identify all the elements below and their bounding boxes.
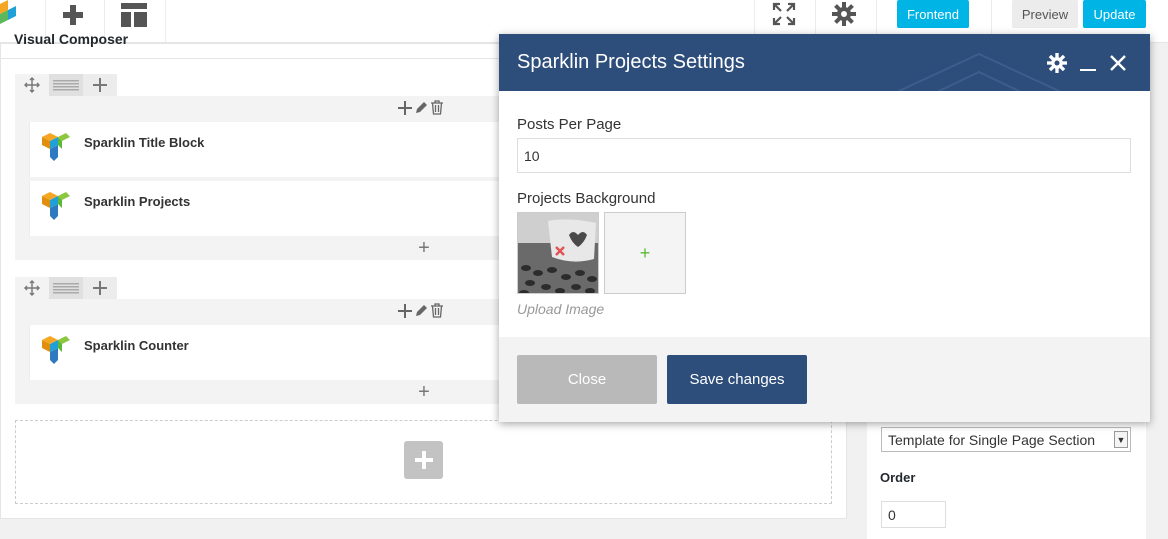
upload-image-hint: Upload Image bbox=[517, 301, 605, 317]
vc-logo-icon[interactable] bbox=[0, 0, 26, 30]
preview-button[interactable]: Preview bbox=[1012, 0, 1078, 28]
frontend-button[interactable]: Frontend bbox=[897, 0, 969, 28]
save-changes-button[interactable]: Save changes bbox=[667, 355, 807, 404]
edit-pencil-icon[interactable] bbox=[414, 304, 428, 322]
add-row-button[interactable] bbox=[404, 441, 443, 479]
element-sparklin-counter[interactable]: Sparklin Counter bbox=[29, 325, 500, 380]
add-element-plus-icon[interactable]: + bbox=[414, 382, 434, 402]
vc-element-icon bbox=[40, 334, 72, 371]
settings-modal: Sparklin Projects Settings Posts Per Pag… bbox=[499, 34, 1150, 422]
fullscreen-icon[interactable] bbox=[770, 1, 798, 27]
panel-title: Visual Composer bbox=[14, 31, 129, 47]
delete-trash-icon[interactable] bbox=[430, 100, 444, 119]
close-icon[interactable] bbox=[1107, 52, 1129, 74]
add-icon[interactable] bbox=[398, 100, 412, 119]
add-column-icon[interactable] bbox=[83, 74, 117, 96]
gear-icon[interactable] bbox=[1046, 52, 1068, 74]
modal-header: Sparklin Projects Settings bbox=[499, 34, 1150, 91]
order-input[interactable]: 0 bbox=[881, 501, 946, 528]
add-icon[interactable] bbox=[398, 303, 412, 322]
toolbar-divider bbox=[165, 0, 166, 42]
move-row-icon[interactable] bbox=[15, 74, 49, 96]
templates-icon[interactable] bbox=[119, 0, 149, 30]
column-controls bbox=[398, 303, 444, 322]
close-button[interactable]: Close bbox=[517, 355, 657, 404]
row-controls bbox=[15, 74, 117, 96]
add-image-button[interactable]: + bbox=[604, 212, 686, 294]
row-layout-icon[interactable] bbox=[49, 74, 83, 96]
move-row-icon[interactable] bbox=[15, 277, 49, 299]
add-column-icon[interactable] bbox=[83, 277, 117, 299]
background-image-thumbnail[interactable] bbox=[517, 212, 599, 294]
element-label: Sparklin Projects bbox=[84, 194, 191, 209]
minimize-icon[interactable] bbox=[1077, 52, 1099, 74]
delete-trash-icon[interactable] bbox=[430, 303, 444, 322]
template-select-value: Template for Single Page Section bbox=[888, 431, 1096, 448]
posts-per-page-input[interactable]: 10 bbox=[517, 138, 1131, 173]
vc-element-icon bbox=[40, 190, 72, 227]
order-label: Order bbox=[880, 470, 916, 485]
vc-element-icon bbox=[40, 131, 72, 168]
element-sparklin-title-block[interactable]: Sparklin Title Block bbox=[29, 122, 500, 177]
add-element-plus-icon[interactable]: + bbox=[414, 238, 434, 258]
edit-pencil-icon[interactable] bbox=[414, 101, 428, 119]
add-element-icon[interactable] bbox=[58, 0, 88, 30]
element-label: Sparklin Title Block bbox=[84, 135, 205, 150]
projects-background-label: Projects Background bbox=[517, 190, 656, 207]
element-label: Sparklin Counter bbox=[84, 338, 189, 353]
modal-title: Sparklin Projects Settings bbox=[517, 51, 745, 73]
row-layout-icon[interactable] bbox=[49, 277, 83, 299]
template-select[interactable]: Template for Single Page Section ▼ bbox=[881, 427, 1131, 452]
posts-per-page-label: Posts Per Page bbox=[517, 116, 622, 133]
element-sparklin-projects[interactable]: Sparklin Projects bbox=[29, 181, 500, 236]
column-controls bbox=[398, 100, 444, 119]
chevron-down-icon[interactable]: ▼ bbox=[1114, 431, 1128, 448]
row-controls bbox=[15, 277, 117, 299]
settings-gear-icon[interactable] bbox=[830, 1, 858, 27]
update-button[interactable]: Update bbox=[1083, 0, 1146, 28]
